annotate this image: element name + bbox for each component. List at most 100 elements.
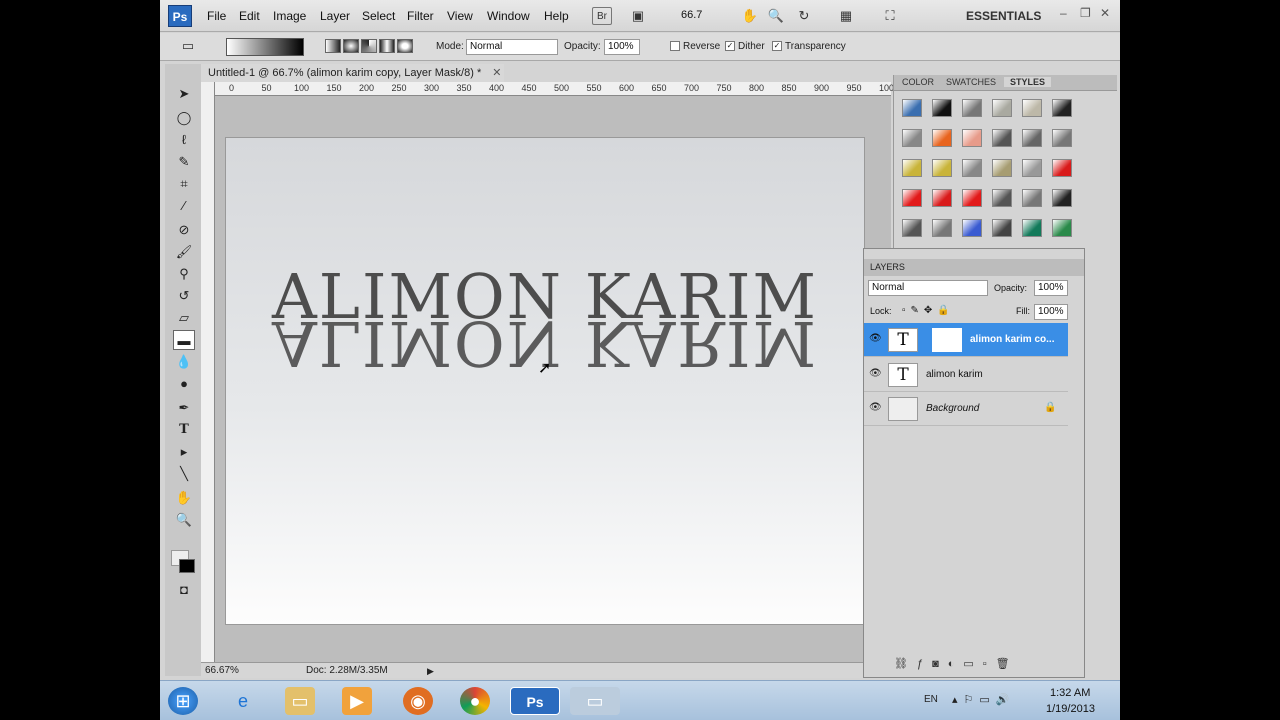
menu-layer[interactable]: Layer [320,9,350,23]
media-player-icon[interactable]: ▶ [342,687,372,715]
zoom-status[interactable]: 66.67% [205,663,239,679]
pen-tool-icon[interactable]: ✒ [173,398,195,418]
healing-brush-icon[interactable]: ⊘ [173,220,195,240]
firefox-icon[interactable]: ◉ [403,687,433,715]
menu-filter[interactable]: Filter [407,9,434,23]
style-swatch[interactable] [962,99,982,117]
history-brush-icon[interactable]: ↺ [173,286,195,306]
quick-mask-icon[interactable]: ◘ [173,580,195,600]
lasso-tool-icon[interactable]: ℓ [173,130,195,150]
dodge-tool-icon[interactable]: ● [173,374,195,394]
clock-time[interactable]: 1:32 AM [1050,687,1090,699]
eyedropper-tool-icon[interactable]: ⁄ [173,196,195,216]
move-tool-icon[interactable]: ➤ [173,84,195,104]
restore-button[interactable]: ❐ [1080,6,1091,20]
photoshop-task-icon[interactable]: Ps [510,687,560,715]
dither-checkbox[interactable]: ✓ Dither [725,41,765,52]
menu-view[interactable]: View [447,9,473,23]
eye-icon[interactable]: 👁 [869,368,882,379]
status-menu-arrow-icon[interactable]: ▶ [427,663,434,679]
style-swatch[interactable] [992,189,1012,207]
quick-select-tool-icon[interactable]: ✎ [173,152,195,172]
style-swatch[interactable] [992,159,1012,177]
style-swatch[interactable] [1022,159,1042,177]
layers-footer-icons[interactable]: ⛓ƒ◙◐▭▫🗑 [894,657,1019,670]
explorer-icon[interactable]: ▭ [285,687,315,715]
marquee-tool-icon[interactable]: ◯ [173,108,195,128]
screen-mode-icon[interactable]: ▣ [628,7,648,25]
style-swatch[interactable] [902,189,922,207]
hand-icon[interactable]: ✋ [740,7,760,25]
menu-file[interactable]: File [207,9,226,23]
style-swatch[interactable] [1022,219,1042,237]
radial-gradient-button[interactable] [343,39,359,53]
layer-opacity-input[interactable]: 100% [1034,280,1068,296]
tab-styles[interactable]: STYLES [1004,77,1052,87]
eye-icon[interactable]: 👁 [869,333,882,344]
fill-input[interactable]: 100% [1034,304,1068,320]
tray-icons[interactable]: ▴⚐▭🔊 [952,693,1015,706]
bridge-icon[interactable]: Br [592,7,612,25]
menu-select[interactable]: Select [362,9,395,23]
zoom-tool-icon[interactable]: 🔍 [173,510,195,530]
gradient-picker[interactable] [226,38,304,56]
style-swatch[interactable] [932,159,952,177]
canvas[interactable] [226,138,864,624]
style-swatch[interactable] [992,99,1012,117]
layer-name[interactable]: Background [926,403,979,414]
style-swatch[interactable] [962,159,982,177]
layer-name[interactable]: alimon karim co... [970,334,1054,345]
style-swatch[interactable] [962,129,982,147]
style-swatch[interactable] [902,129,922,147]
style-swatch[interactable] [1052,219,1072,237]
style-swatch[interactable] [962,189,982,207]
arrange-docs-icon[interactable]: ▦ [836,7,856,25]
style-swatch[interactable] [1022,129,1042,147]
gradient-tool-icon[interactable]: ▬ [173,330,195,350]
style-swatch[interactable] [932,129,952,147]
style-swatch[interactable] [902,99,922,117]
clock-date[interactable]: 1/19/2013 [1046,703,1095,715]
layer-row-selected[interactable]: 👁 T alimon karim co... [864,323,1068,357]
minimize-button[interactable]: – [1060,6,1067,20]
eraser-tool-icon[interactable]: ▱ [173,308,195,328]
menu-image[interactable]: Image [273,9,306,23]
document-tab[interactable]: Untitled-1 @ 66.7% (alimon karim copy, L… [201,64,504,82]
linear-gradient-button[interactable] [325,39,341,53]
close-document-icon[interactable]: ✕ [492,67,501,79]
gradient-tool-icon[interactable]: ▭ [178,37,198,55]
mode-select[interactable]: Normal [466,39,558,55]
start-button-icon[interactable]: ⊞ [168,687,198,715]
recorder-task-icon[interactable]: ▭ [570,687,620,715]
menu-window[interactable]: Window [487,9,530,23]
foreground-color-swatch[interactable] [179,559,195,573]
tab-color[interactable]: COLOR [896,77,940,87]
style-swatch[interactable] [1022,189,1042,207]
hand-tool-icon[interactable]: ✋ [173,488,195,508]
angle-gradient-button[interactable] [361,39,377,53]
language-indicator[interactable]: EN [924,694,938,705]
opacity-input[interactable]: 100% [604,39,640,55]
zoom-level[interactable]: 66.7 [681,9,702,21]
menu-help[interactable]: Help [544,9,569,23]
style-swatch[interactable] [902,219,922,237]
brush-tool-icon[interactable]: 🖌 [173,242,195,262]
style-swatch[interactable] [932,99,952,117]
crop-tool-icon[interactable]: ⌗ [173,174,195,194]
ie-icon[interactable]: e [228,687,258,715]
chrome-icon[interactable]: ● [460,687,490,715]
layer-name[interactable]: alimon karim [926,369,983,380]
screen-mode-2-icon[interactable]: ⛶ [880,7,900,25]
type-tool-icon[interactable]: T [173,420,195,440]
style-swatch[interactable] [992,219,1012,237]
path-select-icon[interactable]: ▸ [173,442,195,462]
blur-tool-icon[interactable]: 💧 [173,352,195,372]
diamond-gradient-button[interactable] [397,39,413,53]
style-swatch[interactable] [932,189,952,207]
lock-icons[interactable]: ▫✎✥🔒 [902,305,955,316]
style-swatch[interactable] [1052,189,1072,207]
style-swatch[interactable] [932,219,952,237]
zoom-icon[interactable]: 🔍 [766,7,786,25]
eye-icon[interactable]: 👁 [869,402,882,413]
close-button[interactable]: ✕ [1100,6,1110,20]
